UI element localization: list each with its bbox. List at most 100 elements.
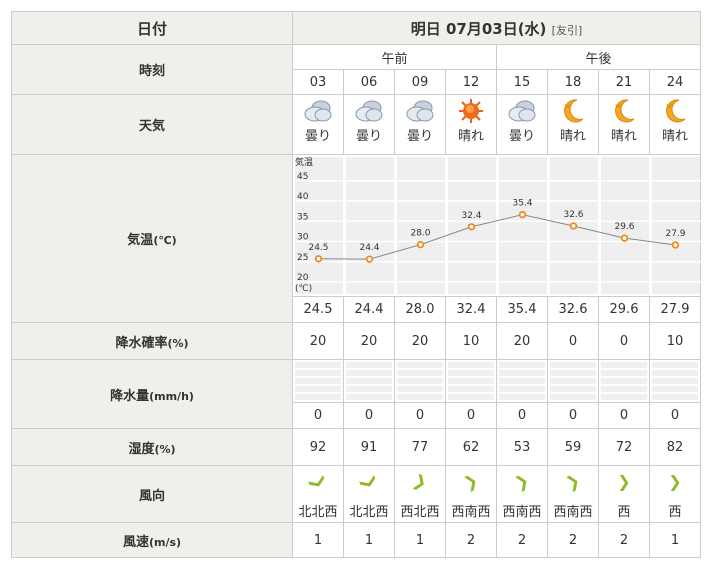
chart-column-bg bbox=[499, 157, 547, 294]
chart-column-bg bbox=[652, 157, 700, 294]
period-pm: 午後 bbox=[496, 44, 701, 70]
precip-unit: (mm/h) bbox=[149, 389, 194, 403]
precip-prob-cell: 20 bbox=[343, 322, 395, 360]
wind-arrow-icon: ❯ bbox=[562, 469, 583, 493]
moon-icon: ★ bbox=[548, 98, 598, 124]
temperature-chart: 20 25 30 35 40 45 気温 (℃) 24.5 24.4 28.0 32.4 35.4 32.… bbox=[293, 156, 701, 294]
weather-text: 晴れ bbox=[661, 129, 688, 144]
wind-dir-cell: ❯ 西南西 bbox=[547, 465, 599, 523]
precip-cell: 0 bbox=[292, 402, 344, 429]
wind-speed-cell: 1 bbox=[292, 522, 344, 558]
temp-cell: 27.9 bbox=[649, 296, 701, 323]
wind-dir-cell: ❯ 西 bbox=[598, 465, 650, 523]
precip-bar-cell bbox=[394, 359, 446, 403]
precip-cell: 0 bbox=[445, 402, 497, 429]
chart-ylabel: (℃) bbox=[295, 284, 312, 294]
weather-cell: 曇り bbox=[394, 94, 446, 155]
date-header: 明日 07月03日(水) [友引] bbox=[292, 11, 701, 45]
humidity-cell: 91 bbox=[343, 428, 395, 466]
humidity-cell: 77 bbox=[394, 428, 446, 466]
temperature-point bbox=[416, 240, 425, 249]
wind-arrow-icon: ❯ bbox=[511, 469, 532, 493]
hour-cell: 12 bbox=[445, 69, 497, 95]
wind-dir-text: 西 bbox=[617, 504, 631, 520]
precip-bar bbox=[346, 362, 392, 400]
precip-prob-cell: 20 bbox=[394, 322, 446, 360]
cloud-icon bbox=[497, 98, 547, 124]
y-tick-label: 35 bbox=[297, 212, 308, 222]
temperature-point bbox=[365, 255, 374, 263]
humidity-text: 湿度 bbox=[128, 441, 155, 457]
wind-dir-cell: ❯ 西南西 bbox=[496, 465, 548, 523]
hour-cell: 24 bbox=[649, 69, 701, 95]
weather-text: 曇り bbox=[406, 129, 433, 144]
cloud-icon bbox=[395, 98, 445, 124]
precip-prob-cell: 0 bbox=[598, 322, 650, 360]
weather-text: 曇り bbox=[304, 129, 331, 144]
svg-text:★: ★ bbox=[563, 101, 572, 112]
precip-prob-text: 降水確率 bbox=[115, 335, 168, 351]
precip-prob-cell: 20 bbox=[496, 322, 548, 360]
humidity-label: 湿度(%) bbox=[11, 428, 293, 466]
precip-bar bbox=[499, 362, 545, 400]
y-tick-label: 20 bbox=[297, 273, 309, 283]
temperature-data-label: 32.4 bbox=[461, 211, 481, 221]
precip-bar bbox=[448, 362, 494, 400]
precip-cell: 0 bbox=[496, 402, 548, 429]
precip-prob-cell: 10 bbox=[649, 322, 701, 360]
wind-dir-cell: ❯ 西 bbox=[649, 465, 701, 523]
humidity-cell: 92 bbox=[292, 428, 344, 466]
svg-text:★: ★ bbox=[665, 101, 674, 112]
weather-label: 天気 bbox=[11, 94, 293, 155]
wind-arrow-icon: ❯ bbox=[460, 469, 481, 493]
wind-dir-text: 西南西 bbox=[553, 504, 593, 520]
time-label: 時刻 bbox=[11, 44, 293, 95]
date-title: 明日 07月03日(水) bbox=[410, 19, 547, 38]
moon-icon: ★ bbox=[599, 98, 649, 124]
precip-bar-cell bbox=[496, 359, 548, 403]
temp-label: 気温(℃) bbox=[11, 154, 293, 323]
hour-cell: 06 bbox=[343, 69, 395, 95]
temp-cell: 35.4 bbox=[496, 296, 548, 323]
wind-speed-cell: 2 bbox=[598, 522, 650, 558]
precip-cell: 0 bbox=[343, 402, 395, 429]
wind-dir-cell: ❯ 北北西 bbox=[292, 465, 344, 523]
wind-arrow-icon: ❯ bbox=[410, 469, 430, 493]
weather-text: 曇り bbox=[508, 129, 535, 144]
precip-bar-cell bbox=[292, 359, 344, 403]
wind-dir-cell: ❯ 北北西 bbox=[343, 465, 395, 523]
weather-cell: ★ 晴れ bbox=[598, 94, 650, 155]
wind-dir-text: 西南西 bbox=[502, 504, 542, 520]
precip-bar bbox=[601, 362, 647, 400]
wind-speed-cell: 2 bbox=[445, 522, 497, 558]
wind-dir-text: 西南西 bbox=[451, 504, 491, 520]
wind-arrow-icon: ❯ bbox=[358, 471, 381, 492]
wind-arrow-icon: ❯ bbox=[668, 471, 682, 491]
weather-text: 晴れ bbox=[457, 129, 484, 144]
precip-bar-cell bbox=[547, 359, 599, 403]
weather-cell: ★ 晴れ bbox=[649, 94, 701, 155]
wind-speed-unit: (m/s) bbox=[148, 535, 182, 549]
temp-cell: 32.4 bbox=[445, 296, 497, 323]
precip-prob-cell: 0 bbox=[547, 322, 599, 360]
temp-cell: 24.4 bbox=[343, 296, 395, 323]
wind-dir-cell: ❯ 西北西 bbox=[394, 465, 446, 523]
temperature-point bbox=[314, 255, 323, 263]
temperature-data-label: 27.9 bbox=[665, 229, 685, 239]
weather-text: 晴れ bbox=[610, 129, 637, 144]
weather-text: 曇り bbox=[355, 129, 382, 144]
sun-icon bbox=[446, 98, 496, 124]
humidity-cell: 72 bbox=[598, 428, 650, 466]
humidity-cell: 53 bbox=[496, 428, 548, 466]
wind-arrow-icon: ❯ bbox=[617, 471, 631, 491]
weather-cell: 曇り bbox=[496, 94, 548, 155]
temperature-data-label: 24.4 bbox=[359, 243, 379, 253]
hour-cell: 21 bbox=[598, 69, 650, 95]
weather-cell: 曇り bbox=[343, 94, 395, 155]
precip-bar-cell bbox=[343, 359, 395, 403]
wind-dir-label: 風向 bbox=[11, 465, 293, 523]
svg-text:★: ★ bbox=[614, 101, 623, 112]
wind-dir-text: 北北西 bbox=[349, 504, 389, 520]
temp-cell: 32.6 bbox=[547, 296, 599, 323]
precip-bar bbox=[295, 362, 341, 400]
